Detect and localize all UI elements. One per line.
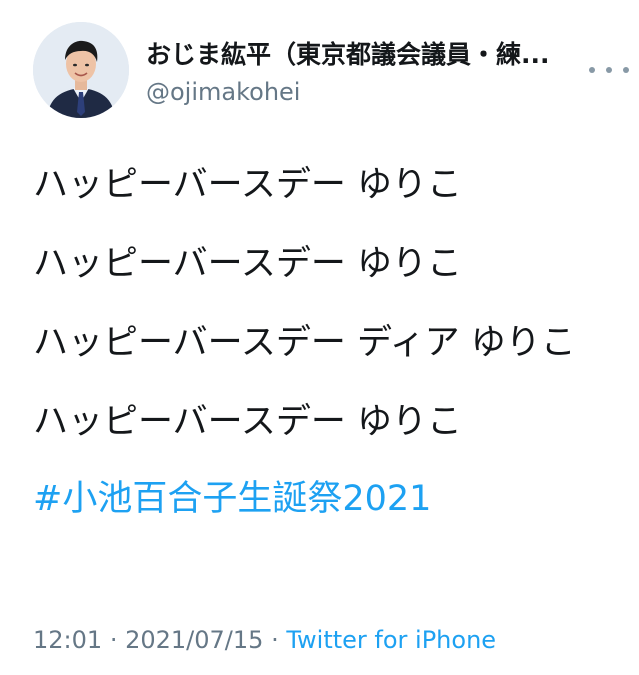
tweet-source-link[interactable]: Twitter for iPhone bbox=[286, 626, 496, 654]
tweet-line: ハッピーバースデー ゆりこ bbox=[33, 402, 463, 442]
tweet-header: おじま紘平（東京都議会議員・練... @ojimakohei bbox=[33, 22, 629, 122]
profile-photo-icon bbox=[33, 22, 129, 118]
more-options-icon[interactable] bbox=[589, 60, 629, 80]
tweet-text: ハッピーバースデー ゆりこ ハッピーバースデー ゆりこ ハッピーバースデー ディ… bbox=[33, 158, 608, 527]
meta-separator: · bbox=[109, 626, 118, 654]
hashtag-link[interactable]: #小池百合子生誕祭2021 bbox=[33, 472, 608, 527]
dot bbox=[623, 67, 629, 73]
tweet-line: ハッピーバースデー ゆりこ bbox=[33, 165, 463, 205]
meta-separator: · bbox=[271, 626, 279, 654]
tweet-meta: 12:01 · 2021/07/15 · Twitter for iPhone bbox=[33, 623, 496, 657]
tweet-time[interactable]: 12:01 bbox=[33, 626, 102, 654]
tweet-date[interactable]: 2021/07/15 bbox=[125, 626, 263, 654]
dot bbox=[589, 67, 595, 73]
tweet-line: ハッピーバースデー ディア ゆりこ bbox=[33, 323, 576, 363]
author-handle[interactable]: @ojimakohei bbox=[146, 76, 300, 108]
author-display-name[interactable]: おじま紘平（東京都議会議員・練... bbox=[146, 38, 594, 72]
dot bbox=[606, 67, 612, 73]
tweet-line: ハッピーバースデー ゆりこ bbox=[33, 244, 463, 284]
avatar[interactable] bbox=[33, 22, 129, 118]
